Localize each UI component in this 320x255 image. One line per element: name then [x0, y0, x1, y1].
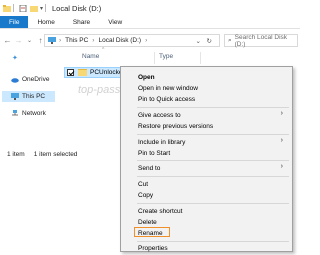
select-checkbox[interactable]: [67, 69, 74, 76]
forward-arrow-icon[interactable]: →: [13, 36, 24, 45]
nav-item-onedrive[interactable]: OneDrive: [2, 74, 55, 85]
context-menu: Open Open in new window Pin to Quick acc…: [120, 66, 293, 252]
menu-separator: [137, 107, 289, 108]
window-title: Local Disk (D:): [52, 3, 102, 13]
menu-item-pin-to-quick-access[interactable]: Pin to Quick access: [121, 94, 292, 104]
nav-item-this-pc[interactable]: This PC: [2, 91, 55, 102]
menu-item-properties[interactable]: Properties: [121, 243, 292, 253]
menu-item-delete[interactable]: Delete: [121, 217, 292, 227]
chevron-down-icon[interactable]: ▾: [40, 5, 43, 12]
navigation-row: ← → ⌄ ↑ › This PC › Local Disk (D:) › ⌄ …: [0, 30, 300, 50]
column-divider[interactable]: [200, 52, 201, 64]
menu-item-pin-to-start[interactable]: Pin to Start: [121, 148, 292, 158]
computer-icon: [48, 37, 56, 44]
menu-separator: [137, 160, 289, 161]
title-bar: ▾ Local Disk (D:): [0, 0, 300, 16]
menu-separator: [137, 134, 289, 135]
menu-item-copy[interactable]: Copy: [121, 190, 292, 200]
menu-item-include-in-library[interactable]: Include in library ›: [121, 137, 292, 147]
nav-item-label: This PC: [22, 93, 46, 100]
breadcrumb-local-disk[interactable]: Local Disk (D:): [98, 37, 141, 44]
tab-home[interactable]: Home: [28, 16, 63, 28]
cloud-icon: [11, 78, 19, 83]
tab-share[interactable]: Share: [64, 16, 99, 28]
file-explorer-window: ▾ Local Disk (D:) File Home Share View ←…: [0, 0, 300, 255]
divider: [13, 4, 14, 12]
menu-item-send-to[interactable]: Send to ›: [121, 163, 292, 173]
quick-access-star-icon[interactable]: ✦: [12, 54, 18, 62]
recent-locations-chevron-icon[interactable]: ⌄: [24, 37, 35, 44]
menu-item-cut[interactable]: Cut: [121, 179, 292, 189]
menu-item-open[interactable]: Open: [121, 72, 292, 82]
ribbon-tabs: File Home Share View: [0, 16, 300, 29]
menu-item-restore-previous-versions[interactable]: Restore previous versions: [121, 121, 292, 131]
rename-highlight-box: [134, 227, 170, 237]
breadcrumb-separator: ›: [59, 37, 62, 44]
column-header-name[interactable]: Name: [82, 53, 99, 63]
nav-item-network[interactable]: Network: [2, 108, 55, 119]
breadcrumb-separator: ›: [92, 37, 95, 44]
breadcrumb-separator: ›: [145, 37, 148, 44]
back-arrow-icon[interactable]: ←: [2, 36, 13, 45]
column-divider[interactable]: [154, 52, 155, 64]
nav-item-label: Network: [22, 110, 46, 117]
menu-separator: [137, 176, 289, 177]
search-icon: ⌕: [228, 36, 232, 44]
refresh-icon[interactable]: ↻: [207, 37, 212, 45]
submenu-arrow-icon: ›: [280, 137, 283, 144]
item-count: 1 item: [7, 150, 25, 158]
navigation-pane: ✦ OneDrive This PC Network: [0, 52, 55, 212]
divider: [45, 4, 47, 12]
address-dropdown-icon[interactable]: ⌄: [196, 37, 201, 45]
menu-separator: [137, 241, 289, 242]
computer-icon: [11, 93, 19, 100]
submenu-arrow-icon: ›: [280, 163, 283, 170]
tab-file[interactable]: File: [0, 16, 29, 28]
tab-view[interactable]: View: [99, 16, 131, 28]
folder-icon: [3, 4, 11, 12]
submenu-arrow-icon: ›: [280, 110, 283, 117]
menu-item-create-shortcut[interactable]: Create shortcut: [121, 206, 292, 216]
address-bar[interactable]: › This PC › Local Disk (D:) › ⌄ ↻: [44, 34, 220, 47]
search-box[interactable]: ⌕ Search Local Disk (D:): [224, 33, 298, 48]
nav-item-label: OneDrive: [22, 76, 50, 83]
sort-ascending-icon: ^: [102, 47, 105, 53]
search-placeholder: Search Local Disk (D:): [234, 33, 288, 48]
menu-item-open-in-new-window[interactable]: Open in new window: [121, 83, 292, 93]
column-header-type[interactable]: Type: [159, 53, 173, 63]
menu-separator: [137, 203, 289, 204]
new-folder-icon[interactable]: [30, 5, 38, 12]
network-icon: [12, 110, 18, 116]
breadcrumb-this-pc[interactable]: This PC: [65, 37, 88, 44]
menu-item-give-access-to[interactable]: Give access to ›: [121, 110, 292, 120]
selection-count: 1 item selected: [33, 150, 78, 158]
properties-icon[interactable]: [19, 4, 27, 12]
folder-icon: [78, 69, 87, 76]
